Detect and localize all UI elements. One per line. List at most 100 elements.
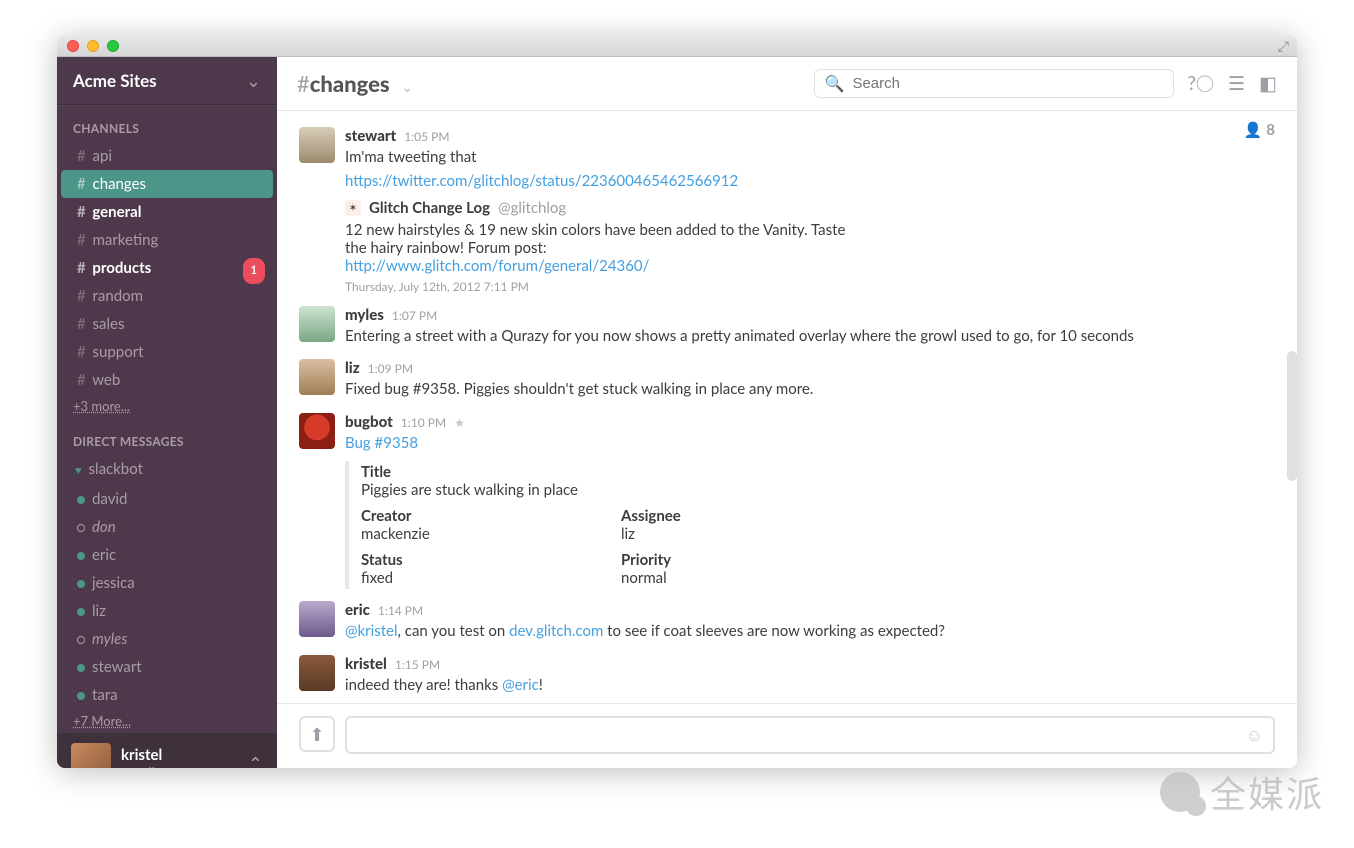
dm-item-slackbot[interactable]: slackbot xyxy=(61,455,273,485)
channel-item-sales[interactable]: # sales xyxy=(61,310,273,338)
message-author[interactable]: liz xyxy=(345,359,360,377)
dm-item-tara[interactable]: tara xyxy=(61,681,273,709)
dm-item-liz[interactable]: liz xyxy=(61,597,273,625)
channel-item-api[interactable]: # api xyxy=(61,142,273,170)
channels-more-link[interactable]: +3 more... xyxy=(57,394,277,418)
chevron-down-icon[interactable]: ⌄ xyxy=(401,78,413,95)
embed-handle: @glitchlog xyxy=(498,199,566,217)
self-name: kristel xyxy=(121,746,169,764)
channel-item-general[interactable]: # general xyxy=(61,198,273,226)
presence-icon xyxy=(77,496,85,504)
link-embed: ✶ Glitch Change Log @glitchlog 12 new ha… xyxy=(345,199,1275,294)
hash-icon: # xyxy=(77,371,86,389)
fullscreen-icon[interactable]: ⤢ xyxy=(1278,37,1289,55)
bug-creator-label: Creator xyxy=(361,507,561,525)
dm-item-myles[interactable]: myles xyxy=(61,625,273,653)
members-count[interactable]: 👤 8 xyxy=(1244,121,1275,139)
search-input[interactable] xyxy=(852,75,1162,92)
help-icon[interactable]: ?⃝ xyxy=(1188,72,1214,95)
presence-icon xyxy=(77,636,85,644)
workspace-header[interactable]: Acme Sites ⌄ xyxy=(57,57,277,105)
avatar[interactable] xyxy=(299,601,335,637)
upload-button[interactable]: ⬆ xyxy=(299,716,335,752)
hash-icon: # xyxy=(297,70,310,97)
message-text: Im'ma tweeting that xyxy=(345,147,1275,169)
scrollbar[interactable] xyxy=(1287,351,1297,481)
channel-title[interactable]: #changes ⌄ xyxy=(297,70,413,97)
titlebar: ⤢ xyxy=(57,35,1297,57)
messages-pane: 👤 8 stewart 1:05 PM Im'ma tweeting that … xyxy=(277,111,1297,703)
dms-more-link[interactable]: +7 More... xyxy=(57,709,277,733)
channels-heading: CHANNELS xyxy=(57,105,277,142)
hash-icon: # xyxy=(77,231,86,249)
message: stewart 1:05 PM Im'ma tweeting that http… xyxy=(299,121,1275,300)
avatar[interactable] xyxy=(299,127,335,163)
message-text: @kristel, can you test on dev.glitch.com… xyxy=(345,621,1275,643)
message-author[interactable]: stewart xyxy=(345,127,396,145)
channel-item-products[interactable]: # products1 xyxy=(61,254,273,282)
presence-icon xyxy=(77,552,85,560)
message-input[interactable]: ☺ xyxy=(345,716,1275,754)
sidebar-footer[interactable]: kristel online ⌃ xyxy=(57,733,277,768)
channel-item-web[interactable]: # web xyxy=(61,366,273,394)
hash-icon: # xyxy=(77,343,86,361)
search-box[interactable]: 🔍 xyxy=(814,69,1174,98)
watermark: 全媒派 xyxy=(1160,766,1324,818)
emoji-icon[interactable]: ☺ xyxy=(1246,724,1263,746)
chevron-down-icon: ⌄ xyxy=(246,69,261,92)
dms-heading: DIRECT MESSAGES xyxy=(57,418,277,455)
dm-item-stewart[interactable]: stewart xyxy=(61,653,273,681)
collapse-icon[interactable]: ◧ xyxy=(1259,72,1277,95)
message-author[interactable]: eric xyxy=(345,601,370,619)
bug-link[interactable]: Bug #9358 xyxy=(345,434,418,452)
bug-assignee-label: Assignee xyxy=(621,507,821,525)
mention[interactable]: @eric xyxy=(502,676,539,694)
channel-item-changes[interactable]: # changes xyxy=(61,170,273,198)
dm-item-eric[interactable]: eric xyxy=(61,541,273,569)
main-panel: #changes ⌄ 🔍 ?⃝ ☰ ◧ 👤 8 xyxy=(277,57,1297,768)
tweet-link[interactable]: https://twitter.com/glitchlog/status/223… xyxy=(345,172,738,190)
hash-icon: # xyxy=(77,259,86,277)
list-icon[interactable]: ☰ xyxy=(1228,72,1245,95)
hash-icon: # xyxy=(77,287,86,305)
message-time: 1:07 PM xyxy=(392,308,437,323)
window-close-button[interactable] xyxy=(67,40,79,52)
presence-icon xyxy=(77,608,85,616)
message-time: 1:10 PM xyxy=(401,415,446,430)
bug-status: fixed xyxy=(361,569,561,587)
sidebar: Acme Sites ⌄ CHANNELS # api# changes# ge… xyxy=(57,57,277,768)
presence-icon xyxy=(77,457,82,483)
message-author[interactable]: myles xyxy=(345,306,384,324)
window-maximize-button[interactable] xyxy=(107,40,119,52)
embed-timestamp: Thursday, July 12th, 2012 7:11 PM xyxy=(345,279,1275,294)
avatar[interactable] xyxy=(299,655,335,691)
chevron-up-icon: ⌃ xyxy=(248,752,263,768)
workspace-name: Acme Sites xyxy=(73,70,157,91)
embed-title[interactable]: Glitch Change Log xyxy=(369,199,490,217)
dm-item-don[interactable]: don xyxy=(61,513,273,541)
message-text: Entering a street with a Qurazy for you … xyxy=(345,326,1275,348)
message-time: 1:09 PM xyxy=(368,361,413,376)
channel-item-marketing[interactable]: # marketing xyxy=(61,226,273,254)
bug-status-label: Status xyxy=(361,551,561,569)
channel-item-random[interactable]: # random xyxy=(61,282,273,310)
star-icon[interactable]: ★ xyxy=(454,415,465,430)
message-time: 1:05 PM xyxy=(404,129,449,144)
presence-icon xyxy=(77,692,85,700)
dm-item-jessica[interactable]: jessica xyxy=(61,569,273,597)
mention[interactable]: @kristel xyxy=(345,622,398,640)
message-author[interactable]: bugbot xyxy=(345,413,393,431)
channel-item-support[interactable]: # support xyxy=(61,338,273,366)
avatar[interactable] xyxy=(299,359,335,395)
embed-link[interactable]: http://www.glitch.com/forum/general/2436… xyxy=(345,257,649,275)
avatar[interactable] xyxy=(299,306,335,342)
search-icon: 🔍 xyxy=(825,74,845,93)
message-author[interactable]: kristel xyxy=(345,655,387,673)
window-minimize-button[interactable] xyxy=(87,40,99,52)
avatar[interactable] xyxy=(299,413,335,449)
dm-item-david[interactable]: david xyxy=(61,485,273,513)
hash-icon: # xyxy=(77,175,86,193)
url-link[interactable]: dev.glitch.com xyxy=(509,622,603,640)
message-text: indeed they are! thanks @eric! xyxy=(345,675,1275,697)
message: myles 1:07 PM Entering a street with a Q… xyxy=(299,300,1275,354)
